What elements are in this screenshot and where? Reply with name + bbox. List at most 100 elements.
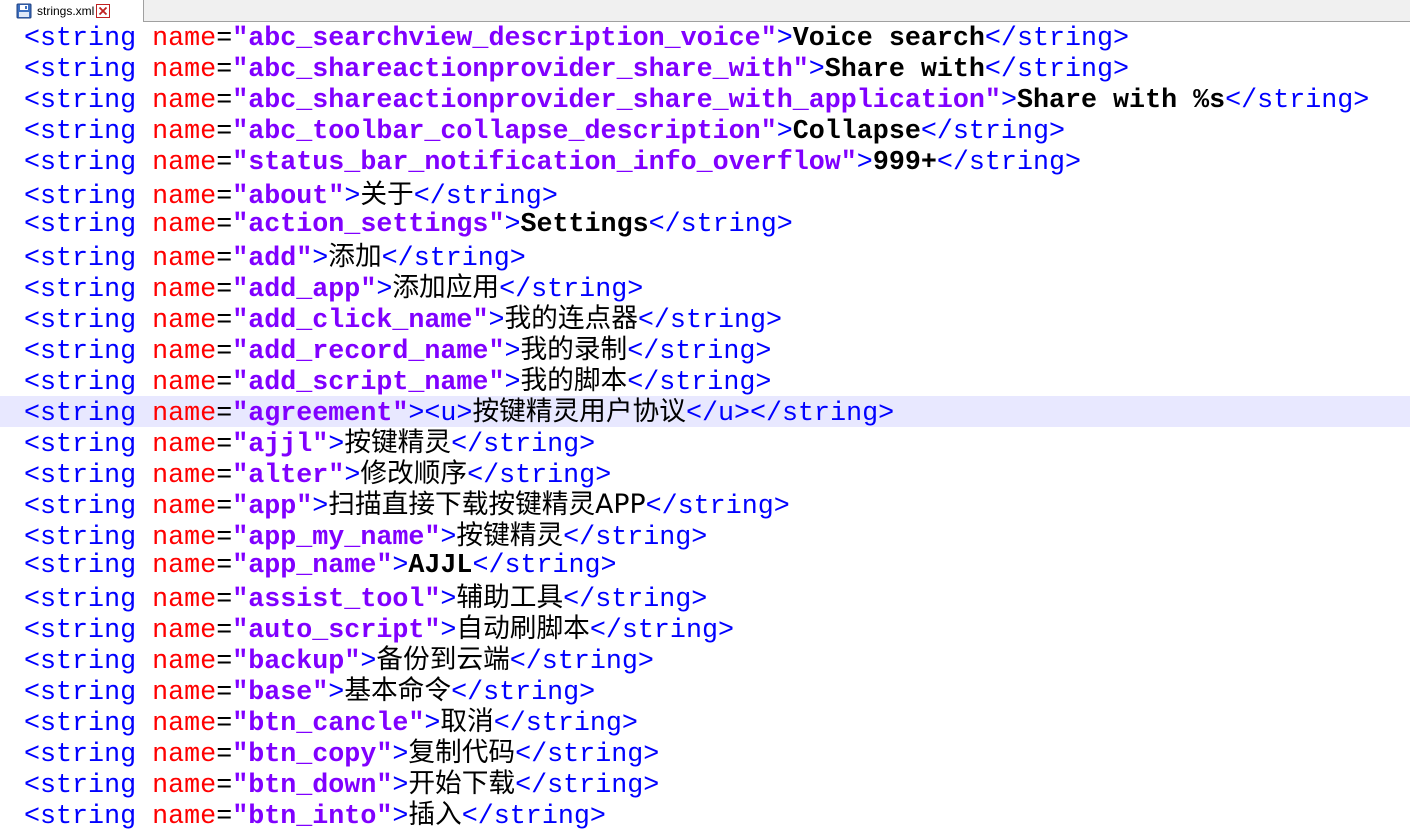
code-line[interactable]: <string name="btn_copy">复制代码</string>: [0, 737, 1410, 770]
quote: ": [408, 709, 425, 739]
close-tag: </string>: [1225, 86, 1370, 116]
close-icon[interactable]: [96, 4, 111, 18]
code-line[interactable]: <string name="auto_script">自动刷脚本</string…: [0, 613, 1410, 646]
attribute-value: add_record_name: [248, 337, 489, 367]
code-line[interactable]: <string name="app">扫描直接下载按键精灵APP</string…: [0, 489, 1410, 522]
close-bracket: >: [440, 585, 457, 615]
close-bracket: >: [376, 275, 393, 305]
code-line[interactable]: <string name="abc_shareactionprovider_sh…: [0, 86, 1410, 117]
close-bracket: >: [776, 24, 793, 54]
attribute-value: backup: [248, 647, 345, 677]
close-bracket: >: [808, 55, 825, 85]
quote: ": [488, 368, 505, 398]
string-text: 按键精灵: [344, 427, 452, 458]
quote: ": [232, 306, 249, 336]
code-line[interactable]: <string name="btn_into">插入</string>: [0, 799, 1410, 832]
close-tag: </string>: [563, 585, 708, 615]
close-bracket: >: [1000, 86, 1017, 116]
code-line[interactable]: <string name="add">添加</string>: [0, 241, 1410, 274]
attribute-name: name: [152, 523, 217, 553]
close-bracket: >: [488, 306, 505, 336]
open-tag: <string: [24, 709, 137, 739]
close-tag: </string>: [648, 210, 793, 240]
string-text: 插入: [408, 799, 462, 830]
string-text: 我的脚本: [520, 365, 628, 396]
attribute-value: ajjl: [248, 430, 313, 460]
attribute-value: btn_copy: [248, 740, 377, 770]
code-line[interactable]: <string name="base">基本命令</string>: [0, 675, 1410, 708]
close-tag: </string>: [515, 771, 660, 801]
quote: ": [232, 461, 249, 491]
quote: ": [232, 24, 249, 54]
quote: ": [424, 616, 441, 646]
attribute-name: name: [152, 585, 217, 615]
code-line[interactable]: <string name="add_click_name">我的连点器</str…: [0, 303, 1410, 336]
equals-sign: =: [216, 678, 233, 708]
attribute-value: assist_tool: [248, 585, 425, 615]
quote: ": [760, 117, 777, 147]
xml-editor-window: strings.xml <string name="abc_searchview…: [0, 0, 1410, 840]
string-text: 修改顺序: [360, 458, 468, 489]
code-line[interactable]: <string name="abc_shareactionprovider_sh…: [0, 55, 1410, 86]
code-line[interactable]: <string name="alter">修改顺序</string>: [0, 458, 1410, 491]
close-tag: </string>: [467, 461, 612, 491]
code-line[interactable]: <string name="agreement"><u>按键精灵用户协议</u>…: [0, 396, 1410, 429]
close-tag: </string>: [627, 368, 772, 398]
code-line[interactable]: <string name="app_my_name">按键精灵</string>: [0, 520, 1410, 553]
code-line[interactable]: <string name="app_name">AJJL</string>: [0, 551, 1410, 582]
close-tag: </string>: [413, 182, 558, 212]
close-tag: </string>: [461, 802, 606, 832]
attribute-name: name: [152, 802, 217, 832]
attribute-value: btn_cancle: [248, 709, 409, 739]
equals-sign: =: [216, 368, 233, 398]
tab-strings-xml[interactable]: strings.xml: [0, 0, 144, 22]
attribute-value: add: [248, 244, 297, 274]
tab-label: strings.xml: [37, 4, 95, 18]
attribute-value: agreement: [248, 399, 393, 429]
code-line[interactable]: <string name="btn_down">开始下载</string>: [0, 768, 1410, 801]
code-line[interactable]: <string name="status_bar_notification_in…: [0, 148, 1410, 179]
attribute-value: add_script_name: [248, 368, 489, 398]
code-line[interactable]: <string name="add_script_name">我的脚本</str…: [0, 365, 1410, 398]
string-text: 关于: [360, 179, 414, 210]
attribute-value: app_my_name: [248, 523, 425, 553]
string-text: 基本命令: [344, 675, 452, 706]
code-line[interactable]: <string name="ajjl">按键精灵</string>: [0, 427, 1410, 460]
quote: ": [232, 523, 249, 553]
open-tag: <string: [24, 585, 137, 615]
code-area[interactable]: <string name="abc_searchview_description…: [0, 24, 1410, 832]
code-line[interactable]: <string name="add_record_name">我的录制</str…: [0, 334, 1410, 367]
close-bracket: >: [328, 430, 345, 460]
quote: ": [232, 616, 249, 646]
quote: ": [232, 86, 249, 116]
attribute-name: name: [152, 399, 217, 429]
code-line[interactable]: <string name="btn_cancle">取消</string>: [0, 706, 1410, 739]
close-bracket: >: [312, 492, 329, 522]
code-line[interactable]: <string name="add_app">添加应用</string>: [0, 272, 1410, 305]
code-line[interactable]: <string name="action_settings">Settings<…: [0, 210, 1410, 241]
code-line[interactable]: <string name="assist_tool">辅助工具</string>: [0, 582, 1410, 615]
string-text: 999+: [872, 148, 937, 178]
equals-sign: =: [216, 802, 233, 832]
open-tag: <string: [24, 678, 137, 708]
equals-sign: =: [216, 86, 233, 116]
open-tag: <string: [24, 55, 137, 85]
code-line[interactable]: <string name="abc_toolbar_collapse_descr…: [0, 117, 1410, 148]
tab-bar: strings.xml: [0, 0, 1410, 22]
quote: ": [232, 430, 249, 460]
equals-sign: =: [216, 740, 233, 770]
quote: ": [472, 306, 489, 336]
attribute-value: status_bar_notification_info_overflow: [248, 148, 841, 178]
attribute-value: btn_into: [248, 802, 377, 832]
close-tag: </string>: [984, 24, 1130, 54]
quote: ": [360, 275, 377, 305]
code-line[interactable]: <string name="about">关于</string>: [0, 179, 1410, 212]
close-tag: </string>: [589, 616, 734, 646]
code-line[interactable]: <string name="backup">备份到云端</string>: [0, 644, 1410, 677]
open-tag: <string: [24, 771, 137, 801]
open-tag: <string: [24, 740, 137, 770]
attribute-value: add_app: [248, 275, 361, 305]
string-text: 自动刷脚本: [456, 613, 590, 644]
attribute-name: name: [152, 182, 217, 212]
code-line[interactable]: <string name="abc_searchview_description…: [0, 24, 1410, 55]
